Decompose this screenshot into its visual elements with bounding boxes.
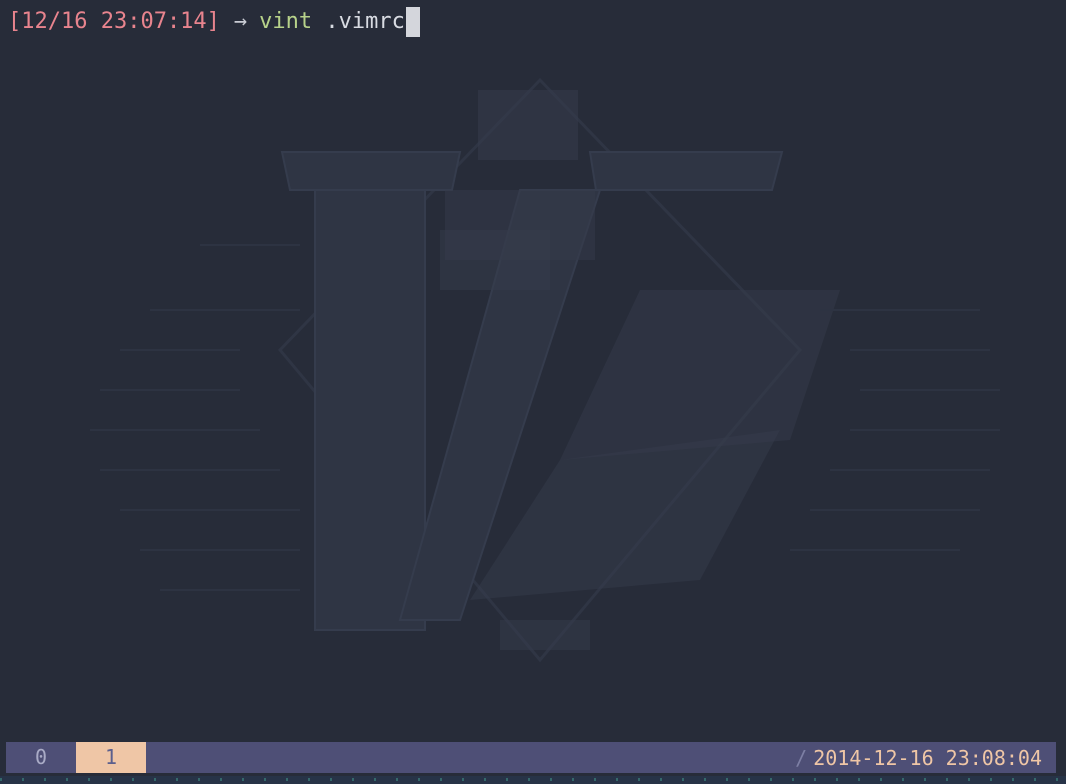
terminal-window[interactable]: [12/16 23:07:14] → vint .vimrc 0 1 / 201…	[0, 0, 1066, 784]
shell-prompt-line: [12/16 23:07:14] → vint .vimrc	[8, 6, 420, 38]
command-argument: .vimrc	[312, 9, 405, 34]
prompt-timestamp: [12/16 23:07:14]	[8, 9, 220, 34]
window-tab-1-active[interactable]: 1	[76, 742, 146, 773]
bottom-edge-dots	[0, 778, 1066, 781]
status-clock: 2014-12-16 23:08:04	[813, 745, 1042, 770]
tmux-status-bar: 0 1 / 2014-12-16 23:08:04	[6, 742, 1056, 773]
block-cursor-icon	[405, 7, 420, 37]
status-divider: /	[795, 745, 808, 770]
vim-logo-icon	[90, 77, 1000, 663]
window-tab-0[interactable]: 0	[6, 742, 76, 773]
command-name: vint	[259, 9, 313, 34]
prompt-arrow-icon: →	[233, 9, 248, 34]
